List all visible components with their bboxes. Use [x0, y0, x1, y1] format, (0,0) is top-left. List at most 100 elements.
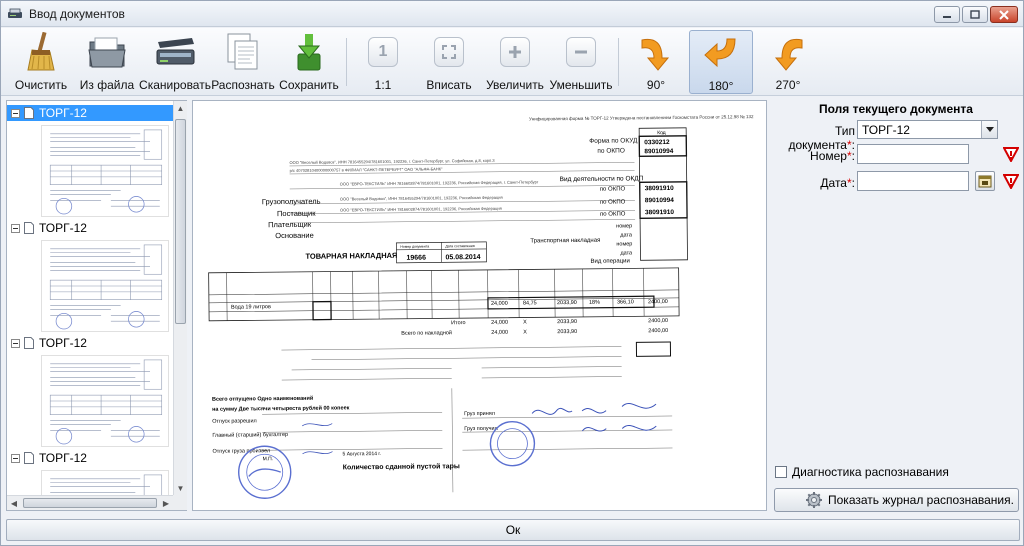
scan-x-mark-2: X — [523, 329, 527, 335]
scan-sum-no-vat: 2033,90 — [557, 300, 577, 306]
rotate-90-button[interactable]: 90° — [631, 30, 681, 94]
scan-date-signed: 5 Августа 2014 г. — [343, 451, 382, 457]
scan-okpo-code-4: 38091910 — [645, 209, 674, 216]
svg-text:ООО "Веселый Водовоз", ИНН 781: ООО "Веселый Водовоз", ИНН 7816455294/78… — [289, 158, 495, 165]
minimize-icon — [943, 15, 951, 18]
folder-icon — [88, 37, 126, 68]
window-title: Ввод документов — [29, 7, 125, 21]
scan-operation-label: Вид операции — [591, 258, 630, 264]
toolbar-separator — [618, 38, 619, 86]
rotate-270-button[interactable]: 270° — [763, 30, 813, 94]
date-input[interactable] — [857, 171, 969, 191]
scan-qty-total: 24,000 — [491, 320, 508, 326]
scan-payer-label: Плательщик — [268, 220, 312, 229]
fit-icon — [434, 37, 464, 67]
rotate-back-arrow-icon — [704, 38, 736, 68]
document-name: ТОРГ-12 — [39, 336, 87, 350]
number-input[interactable] — [857, 144, 969, 164]
main-window: Ввод документов Очистить Из файла Сканир… — [0, 0, 1024, 546]
dropdown-arrow-icon[interactable] — [981, 121, 997, 138]
collapse-icon[interactable] — [11, 223, 20, 233]
file-icon — [24, 337, 34, 349]
save-button[interactable]: Сохранить — [279, 30, 339, 94]
show-log-button[interactable]: Показать журнал распознавания. — [774, 488, 1019, 512]
scan-okpo-label-2: по ОКПО — [600, 186, 626, 192]
collapse-icon[interactable] — [11, 108, 20, 118]
document-list-item[interactable]: ТОРГ-12 — [7, 220, 173, 335]
scroll-right-icon[interactable]: ▶ — [159, 496, 173, 510]
recognize-button[interactable]: Распознать — [211, 30, 275, 94]
doc-type-select[interactable]: ТОРГ-12 — [857, 120, 998, 139]
calendar-button[interactable] — [975, 171, 995, 191]
ok-label: Ок — [505, 523, 521, 537]
zoom-1-1-button[interactable]: 1 1:1 — [363, 30, 403, 94]
ok-button[interactable]: Ок — [6, 519, 1020, 541]
scan-item-name: Вода 19 литров — [231, 304, 271, 310]
vertical-scrollbar[interactable]: ▲ ▼ — [173, 101, 187, 495]
zoom-out-button[interactable]: Уменьшить — [549, 30, 613, 94]
document-list-item[interactable]: ТОРГ-12 — [7, 105, 173, 220]
collapse-icon[interactable] — [11, 338, 20, 348]
document-list-item[interactable]: ТОРГ-12 — [7, 335, 173, 450]
document-item-header[interactable]: ТОРГ-12 — [7, 220, 173, 236]
close-icon — [999, 9, 1009, 20]
scan-sum-total: 2033,90 — [557, 319, 577, 325]
scan-form-header: Унифицированная форма № ТОРГ-12 Утвержде… — [529, 114, 754, 121]
collapse-icon[interactable] — [11, 453, 20, 463]
document-item-header[interactable]: ТОРГ-12 — [7, 450, 173, 466]
one-to-one-icon: 1 — [368, 37, 398, 67]
from-file-button[interactable]: Из файла — [79, 30, 135, 94]
zoom-in-button[interactable]: Увеличить — [485, 30, 545, 94]
scan-okpo-code: 89010994 — [644, 148, 673, 155]
svg-text:ООО "ЕВРО-ТЕКСТИЛЬ" ИНН 781660: ООО "ЕВРО-ТЕКСТИЛЬ" ИНН 7816602874/78160… — [340, 206, 502, 213]
scan-shipped-label: Отпуск груза произвел — [212, 448, 270, 455]
date-label: Дата*: — [820, 176, 855, 190]
document-thumbnail[interactable] — [41, 240, 169, 332]
scroll-left-icon[interactable]: ◀ — [7, 496, 21, 510]
diagnostics-checkbox[interactable] — [775, 466, 787, 478]
warning-icon — [1003, 147, 1019, 162]
rotate-right-arrow-icon — [641, 38, 670, 71]
rotate-left-arrow-icon — [774, 38, 803, 71]
svg-text:Всего отпущено Одно наименован: Всего отпущено Одно наименований — [212, 395, 313, 403]
scan-number-label-2: номер — [616, 241, 632, 247]
document-thumbnail[interactable] — [41, 470, 169, 495]
scanned-document-image[interactable]: Унифицированная форма № ТОРГ-12 Утвержде… — [201, 112, 756, 502]
document-list: ТОРГ-12 ТОРГ-12 ТОРГ-12 ТОРГ-12 — [7, 101, 173, 495]
toolbar: Очистить Из файла Сканировать Распознать… — [1, 28, 1023, 96]
plus-icon — [500, 37, 530, 67]
minimize-button[interactable] — [934, 6, 960, 23]
title-bar: Ввод документов — [1, 1, 1023, 27]
scroll-down-icon[interactable]: ▼ — [174, 481, 187, 495]
scan-price: 84,75 — [523, 300, 537, 306]
document-item-header[interactable]: ТОРГ-12 — [7, 335, 173, 351]
scan-supplier-label: Поставщик — [277, 209, 316, 218]
scan-amount-words: на сумму Две тысячи четыреста рублей 00 … — [212, 404, 350, 412]
scroll-thumb[interactable] — [175, 119, 186, 324]
svg-text:ООО "ЕВРО-ТЕКСТИЛЬ" ИНН 781660: ООО "ЕВРО-ТЕКСТИЛЬ" ИНН 7816602874/78160… — [340, 179, 539, 186]
scan-doc-title: ТОВАРНАЯ НАКЛАДНАЯ — [305, 251, 397, 261]
scan-okpo-code-3: 89010994 — [645, 197, 674, 204]
document-item-header[interactable]: ТОРГ-12 — [7, 105, 173, 121]
scan-x-mark: X — [523, 319, 527, 325]
document-list-item[interactable]: ТОРГ-12 — [7, 450, 173, 495]
svg-text:р/с 40702810400000000757 в ФИЛ: р/с 40702810400000000757 в ФИЛИАЛ "САНКТ… — [290, 166, 444, 173]
document-thumbnail[interactable] — [41, 355, 169, 447]
file-icon — [24, 107, 34, 119]
calendar-icon — [978, 175, 992, 188]
document-thumbnail[interactable] — [41, 125, 169, 217]
close-button[interactable] — [990, 6, 1018, 23]
scroll-up-icon[interactable]: ▲ — [174, 101, 187, 115]
minus-icon — [566, 37, 596, 67]
rotate-180-button[interactable]: 180° — [689, 30, 753, 94]
scroll-thumb[interactable] — [23, 498, 157, 508]
diagnostics-label: Диагностика распознавания — [792, 465, 949, 479]
scan-button[interactable]: Сканировать — [139, 30, 211, 94]
fit-button[interactable]: Вписать — [423, 30, 475, 94]
scan-received-by-label: Груз получил — [464, 426, 498, 432]
document-preview[interactable]: Унифицированная форма № ТОРГ-12 Утвержде… — [192, 100, 767, 511]
maximize-button[interactable] — [962, 6, 988, 23]
horizontal-scrollbar[interactable]: ◀ ▶ — [7, 495, 173, 510]
scan-received-label: Груз принял — [464, 411, 495, 417]
clear-button[interactable]: Очистить — [15, 30, 67, 94]
